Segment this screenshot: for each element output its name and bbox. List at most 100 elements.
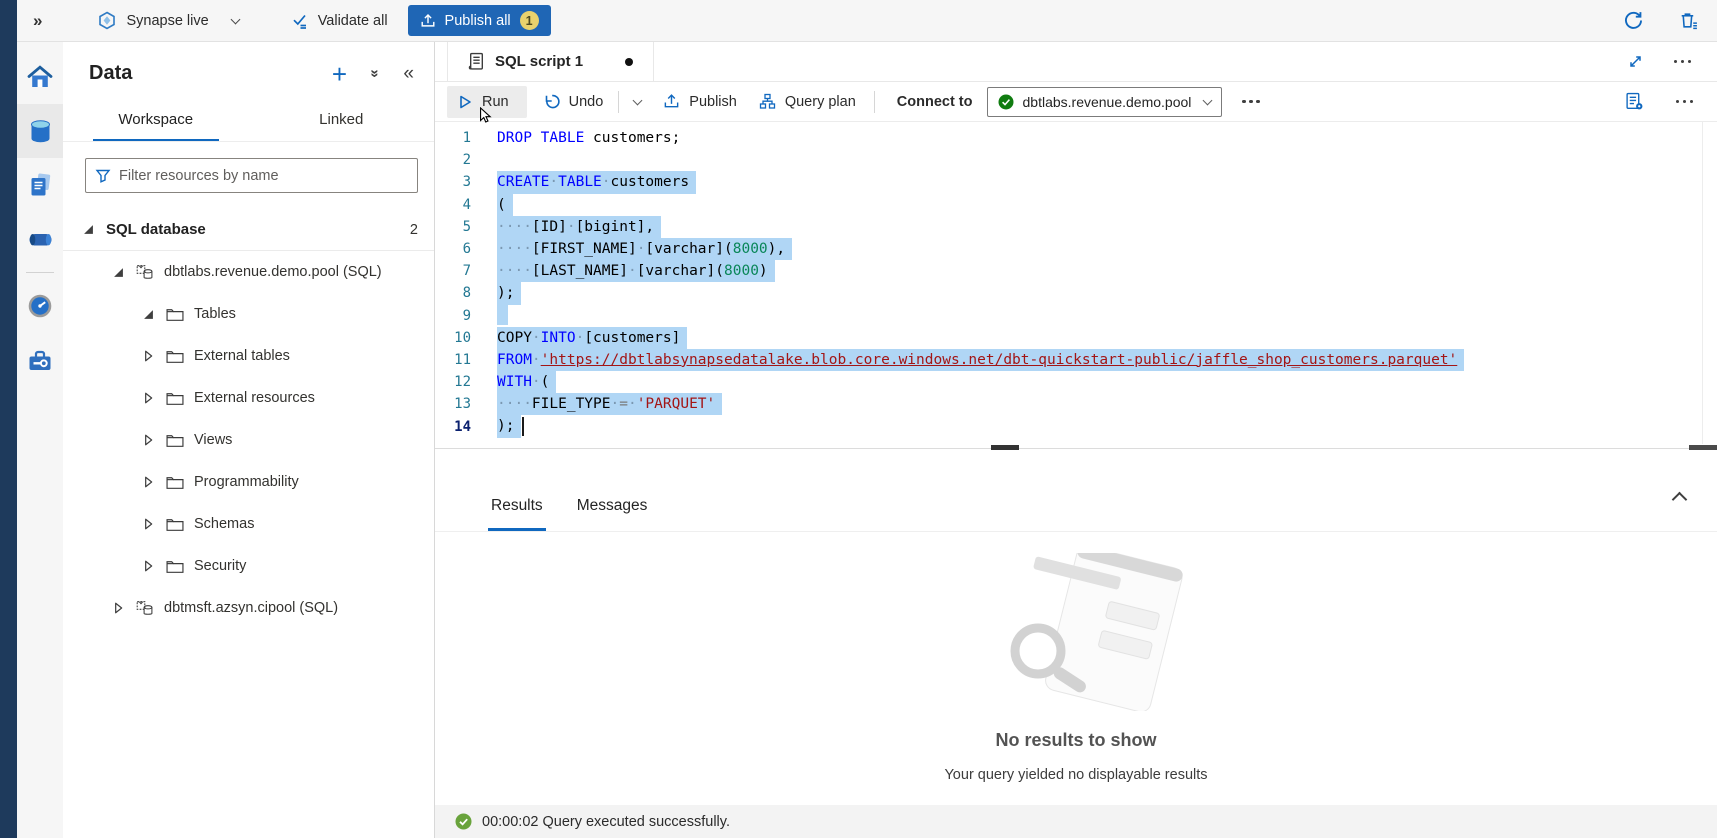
- folder-icon: [166, 517, 184, 532]
- data-icon: [29, 118, 52, 145]
- collapsed-triangle-icon[interactable]: [141, 476, 156, 488]
- toolbar-more-icon[interactable]: [1242, 100, 1259, 103]
- tree-item-dbtlabs-revenue-demo-pool-sql[interactable]: dbtlabs.revenue.demo.pool (SQL): [63, 251, 434, 293]
- code-line-10[interactable]: 10COPY·INTO·[customers]: [435, 327, 1717, 349]
- expanded-triangle-icon[interactable]: [141, 309, 156, 320]
- tree-item-count: 2: [410, 222, 418, 238]
- selection-highlight: (: [497, 194, 513, 216]
- publish-button[interactable]: Publish: [663, 93, 737, 110]
- tab-workspace[interactable]: Workspace: [63, 101, 249, 141]
- filter-box[interactable]: [85, 158, 418, 193]
- filter-input[interactable]: [119, 168, 408, 184]
- sql-pool-icon: [136, 264, 154, 281]
- more-actions-icon[interactable]: [1674, 60, 1691, 63]
- tree-item-views[interactable]: Views: [63, 419, 434, 461]
- tab-results[interactable]: Results: [491, 497, 543, 531]
- code-line-13[interactable]: 13····FILE_TYPE·=·'PARQUET': [435, 393, 1717, 415]
- validate-label: Validate all: [318, 13, 388, 29]
- validate-all-button[interactable]: Validate all: [291, 12, 388, 30]
- publish-icon: [663, 93, 680, 110]
- tree-item-sql-database[interactable]: SQL database2: [63, 209, 434, 251]
- tree-item-programmability[interactable]: Programmability: [63, 461, 434, 503]
- properties-icon[interactable]: [1625, 92, 1644, 111]
- run-options-chevron[interactable]: [633, 95, 643, 105]
- code-line-11[interactable]: 11FROM·'https://dbtlabsynapsedatalake.bl…: [435, 349, 1717, 371]
- hub-integrate[interactable]: [17, 212, 63, 266]
- add-resource-button[interactable]: +: [332, 64, 347, 84]
- code-line-5[interactable]: 5····[ID]·[bigint],: [435, 216, 1717, 238]
- discard-trash-icon[interactable]: [1678, 10, 1699, 31]
- editor-more-icon[interactable]: [1676, 100, 1693, 103]
- tab-sql-script-1[interactable]: SQL script 1: [447, 42, 654, 81]
- collapsed-triangle-icon[interactable]: [111, 602, 126, 614]
- tab-linked[interactable]: Linked: [249, 101, 435, 141]
- code-line-1[interactable]: 1DROP TABLE customers;: [435, 127, 1717, 149]
- collapse-all-icon[interactable]: »: [367, 69, 384, 77]
- refresh-icon[interactable]: [1623, 10, 1644, 31]
- resource-tree: SQL database2dbtlabs.revenue.demo.pool (…: [63, 209, 434, 629]
- query-status-bar: 00:00:02 Query executed successfully.: [435, 805, 1717, 838]
- code-line-3[interactable]: 3CREATE·TABLE·customers: [435, 171, 1717, 193]
- hub-manage[interactable]: [17, 333, 63, 387]
- mouse-cursor: [479, 107, 492, 127]
- folder-icon: [166, 391, 184, 406]
- hub-monitor[interactable]: [17, 279, 63, 333]
- expanded-triangle-icon[interactable]: [81, 224, 96, 235]
- collapse-results-chevron[interactable]: [1672, 492, 1688, 508]
- tree-item-tables[interactable]: Tables: [63, 293, 434, 335]
- selection-highlight: [497, 303, 508, 325]
- tree-item-external-tables[interactable]: External tables: [63, 335, 434, 377]
- tab-messages[interactable]: Messages: [577, 497, 648, 531]
- code-line-6[interactable]: 6····[FIRST_NAME]·[varchar](8000),: [435, 238, 1717, 260]
- line-number: 5: [435, 219, 497, 235]
- code-line-7[interactable]: 7····[LAST_NAME]·[varchar](8000): [435, 260, 1717, 282]
- pool-select-dropdown[interactable]: dbtlabs.revenue.demo.pool: [987, 87, 1223, 117]
- collapsed-triangle-icon[interactable]: [141, 350, 156, 362]
- tree-item-external-resources[interactable]: External resources: [63, 377, 434, 419]
- develop-icon: [28, 172, 53, 198]
- undo-button[interactable]: Undo: [543, 93, 604, 110]
- code-line-9[interactable]: 9: [435, 305, 1717, 327]
- results-splitter[interactable]: [435, 444, 1717, 454]
- line-content: (: [497, 194, 513, 216]
- mode-selector[interactable]: Synapse live: [97, 11, 238, 31]
- code-line-14[interactable]: 14);: [435, 415, 1717, 437]
- publish-all-button[interactable]: Publish all 1: [408, 5, 551, 36]
- code-line-12[interactable]: 12WITH·(: [435, 371, 1717, 393]
- collapse-panel-icon[interactable]: «: [403, 63, 414, 85]
- line-number: 4: [435, 197, 497, 213]
- expand-commandbar-icon[interactable]: »: [33, 11, 43, 31]
- tree-item-dbtmsft-azsyn-cipool-sql[interactable]: dbtmsft.azsyn.cipool (SQL): [63, 587, 434, 629]
- selection-highlight: );: [497, 415, 521, 437]
- collapsed-triangle-icon[interactable]: [141, 434, 156, 446]
- undo-icon: [543, 93, 560, 110]
- selection-highlight: ····[FIRST_NAME]·[varchar](8000),: [497, 238, 792, 260]
- line-content: FROM·'https://dbtlabsynapsedatalake.blob…: [497, 349, 1464, 371]
- line-number: 11: [435, 352, 497, 368]
- tree-item-security[interactable]: Security: [63, 545, 434, 587]
- hub-home[interactable]: [17, 50, 63, 104]
- hub-develop[interactable]: [17, 158, 63, 212]
- code-line-4[interactable]: 4(: [435, 194, 1717, 216]
- collapsed-triangle-icon[interactable]: [141, 518, 156, 530]
- top-command-bar: » Synapse live Validate all Publish all: [17, 0, 1717, 42]
- expand-editor-icon[interactable]: [1627, 53, 1644, 70]
- sql-editor[interactable]: 1DROP TABLE customers;23CREATE·TABLE·cus…: [435, 122, 1717, 444]
- code-line-8[interactable]: 8);: [435, 282, 1717, 304]
- splitter-grip[interactable]: [991, 445, 1019, 450]
- expanded-triangle-icon[interactable]: [111, 267, 126, 278]
- hub-data[interactable]: [17, 104, 63, 158]
- collapsed-triangle-icon[interactable]: [141, 392, 156, 404]
- document-tab-bar: SQL script 1: [435, 42, 1717, 82]
- folder-icon: [166, 307, 184, 322]
- tree-item-schemas[interactable]: Schemas: [63, 503, 434, 545]
- activity-bar: [17, 42, 63, 838]
- manage-icon: [27, 348, 53, 373]
- tab-title: SQL script 1: [495, 53, 583, 70]
- left-edge-strip: [0, 0, 17, 838]
- code-line-2[interactable]: 2: [435, 149, 1717, 171]
- splitter-grip-right[interactable]: [1689, 445, 1717, 450]
- collapsed-triangle-icon[interactable]: [141, 560, 156, 572]
- script-toolbar: Run Undo: [435, 82, 1717, 122]
- query-plan-button[interactable]: Query plan: [759, 93, 856, 110]
